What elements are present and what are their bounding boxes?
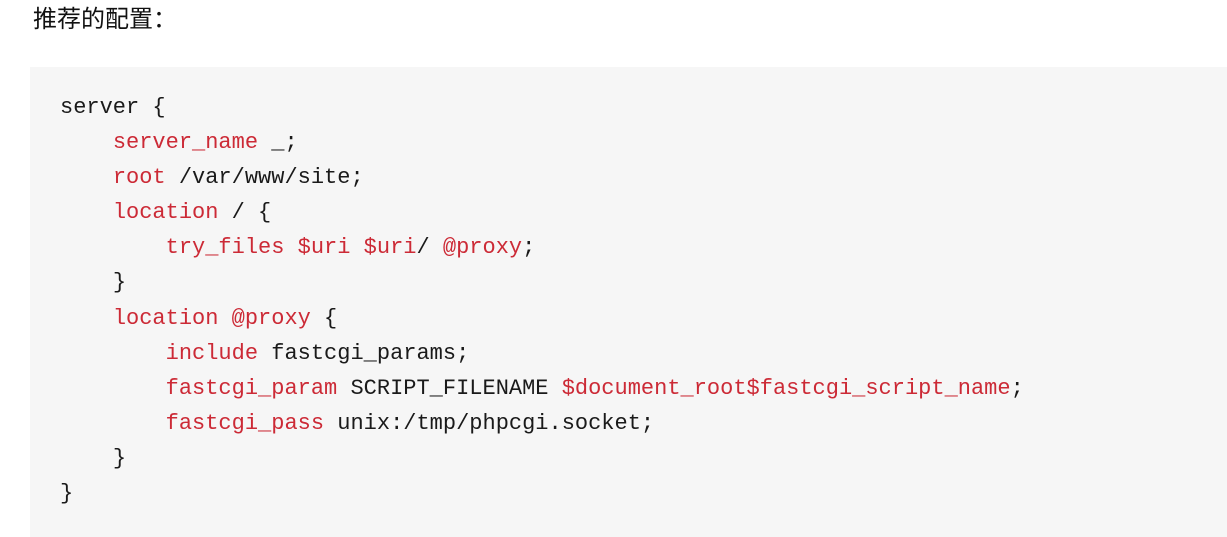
code-text: / { bbox=[218, 200, 272, 226]
code-keyword: fastcgi_param bbox=[165, 375, 338, 401]
code-keyword: include bbox=[165, 340, 259, 366]
code-line: } bbox=[60, 265, 1227, 300]
code-line: server_name _; bbox=[60, 125, 1227, 160]
section-heading: 推荐的配置： bbox=[33, 5, 177, 33]
code-line: include fastcgi_params; bbox=[60, 336, 1227, 371]
code-text: ; bbox=[522, 235, 536, 261]
code-keyword: $uri bbox=[363, 235, 417, 261]
code-line: location @proxy { bbox=[60, 301, 1227, 336]
code-text: { bbox=[310, 305, 338, 331]
code-text: /var/www/site; bbox=[165, 165, 364, 191]
code-line: fastcgi_pass unix:/tmp/phpcgi.socket; bbox=[60, 406, 1227, 441]
code-text: } bbox=[112, 270, 127, 296]
code-keyword: @proxy bbox=[442, 235, 523, 261]
code-keyword: location bbox=[112, 200, 219, 226]
code-line: server { bbox=[60, 90, 1227, 125]
code-line: root /var/www/site; bbox=[60, 160, 1227, 195]
code-line: } bbox=[60, 441, 1227, 476]
code-keyword: location bbox=[112, 305, 219, 331]
code-text: } bbox=[112, 445, 127, 471]
code-text: unix:/tmp/phpcgi.socket; bbox=[324, 410, 655, 436]
code-line: } bbox=[60, 476, 1227, 511]
code-block[interactable]: server { server_name _; root /var/www/si… bbox=[30, 67, 1227, 537]
code-line: try_files $uri $uri/ @proxy; bbox=[60, 230, 1227, 265]
code-text: SCRIPT_FILENAME bbox=[337, 375, 562, 401]
code-keyword: root bbox=[112, 165, 166, 191]
code-lines: server { server_name _; root /var/www/si… bbox=[60, 90, 1227, 511]
code-keyword: fastcgi_pass bbox=[165, 410, 325, 436]
code-text: } bbox=[60, 481, 74, 507]
code-line: fastcgi_param SCRIPT_FILENAME $document_… bbox=[60, 371, 1227, 406]
code-keyword: server_name bbox=[112, 130, 259, 156]
code-text: ; bbox=[1010, 375, 1024, 401]
code-keyword: $document_root$fastcgi_script_name bbox=[561, 375, 1011, 401]
code-line: location / { bbox=[60, 195, 1227, 230]
code-keyword: @proxy bbox=[231, 305, 311, 331]
code-keyword: try_files bbox=[165, 235, 285, 261]
code-text: fastcgi_params; bbox=[258, 340, 470, 366]
code-text: _; bbox=[258, 130, 298, 156]
code-text: server { bbox=[60, 95, 166, 120]
code-keyword: $uri bbox=[297, 235, 351, 261]
code-text: / bbox=[416, 235, 443, 261]
